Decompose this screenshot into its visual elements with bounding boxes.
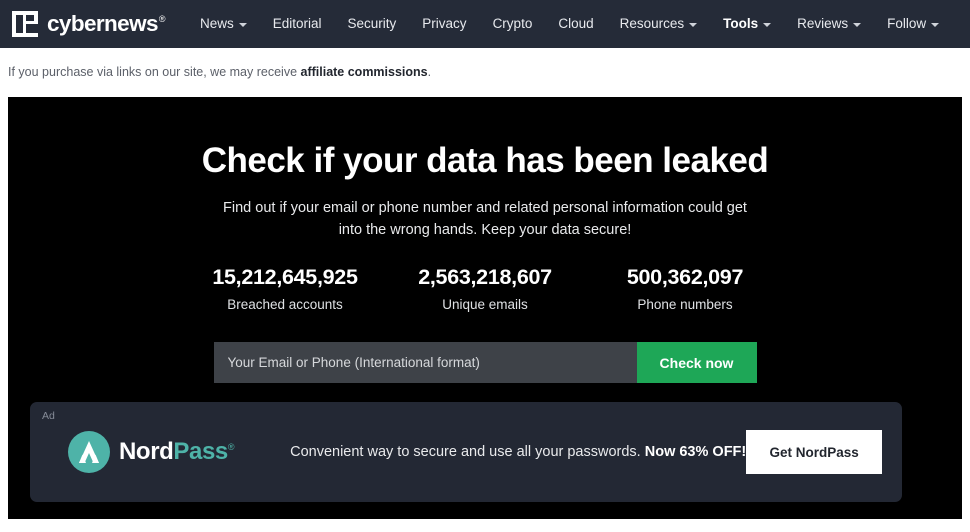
main-navigation: News Editorial Security Privacy Crypto C… [187,0,874,48]
ad-discount-text: Now 63% OFF! [644,444,747,460]
hero-section: Check if your data has been leaked Find … [8,97,962,519]
brand-name: cybernews® [47,10,166,36]
chevron-down-icon [763,23,772,27]
nav-item-editorial[interactable]: Editorial [260,0,335,48]
hero-subtitle-line-1: Find out if your email or phone number a… [223,199,747,216]
chevron-down-icon [689,23,698,27]
ad-content: NordPass® Convenient way to secure and u… [30,402,902,502]
stat-label: Unique emails [442,297,528,313]
ad-label: Ad [42,410,55,422]
chevron-down-icon [853,23,862,27]
check-now-button[interactable]: Check now [636,342,757,384]
stat-value: 2,563,218,607 [418,265,552,290]
ad-copy-text: Convenient way to secure and use all you… [290,444,747,460]
nordpass-wordmark: NordPass® [119,438,235,465]
brand-registered-mark: ® [158,14,166,25]
nav-item-follow[interactable]: Follow [874,0,952,48]
header-right-group: Follow [874,0,970,48]
nav-item-security[interactable]: Security [335,0,410,48]
affiliate-disclosure: If you purchase via links on our site, w… [0,48,970,96]
affiliate-disclosure-text: If you purchase via links on our site, w… [8,65,432,79]
site-header: cybernews® News Editorial Security Priva… [0,0,970,48]
stat-value: 500,362,097 [626,265,744,290]
nav-item-reviews[interactable]: Reviews [784,0,874,48]
nav-label: News [199,16,234,31]
advertisement-panel: Ad NordPass® Convenient way to secure an… [30,402,902,502]
get-nordpass-button[interactable]: Get NordPass [746,430,882,474]
brand-logo-link[interactable]: cybernews® [12,10,166,37]
nordpass-mountain-icon [68,431,110,473]
stat-phone-numbers: 500,362,097 Phone numbers [585,265,785,312]
nav-item-crypto[interactable]: Crypto [480,0,546,48]
leak-check-form: Check now [213,342,757,384]
cybernews-logo-icon [12,11,38,37]
stat-value: 15,212,645,925 [212,265,358,290]
stat-label: Breached accounts [227,297,343,313]
hero-subtitle: Find out if your email or phone number a… [8,197,962,242]
hero-subtitle-line-2: into the wrong hands. Keep your data sec… [338,221,632,238]
nav-label: Tools [723,16,759,31]
stat-label: Phone numbers [637,297,733,313]
nav-label: Reviews [797,16,849,31]
nav-item-tools[interactable]: Tools [710,0,784,48]
chevron-down-icon [238,23,247,27]
nav-item-cloud[interactable]: Cloud [545,0,606,48]
affiliate-commissions-link[interactable]: affiliate commissions [301,65,428,79]
nav-item-privacy[interactable]: Privacy [409,0,479,48]
nav-item-resources[interactable]: Resources [607,0,711,48]
stat-breached-accounts: 15,212,645,925 Breached accounts [185,265,385,312]
nav-label: Follow [887,16,927,31]
nav-item-news[interactable]: News [187,0,260,48]
chevron-down-icon [931,23,940,27]
page-title: Check if your data has been leaked [201,141,769,180]
nav-label: Resources [619,16,685,31]
email-or-phone-input[interactable] [213,342,637,384]
nordpass-logo[interactable]: NordPass® [68,431,235,473]
statistics-group: 15,212,645,925 Breached accounts 2,563,2… [8,265,962,312]
stat-unique-emails: 2,563,218,607 Unique emails [385,265,585,312]
